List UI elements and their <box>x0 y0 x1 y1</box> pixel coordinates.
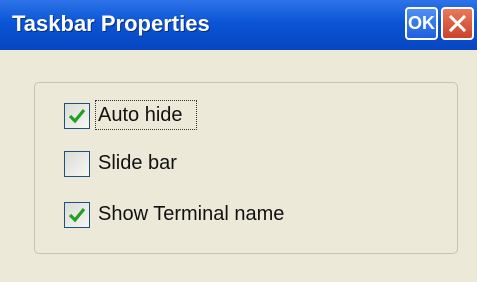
close-icon <box>448 14 467 33</box>
auto-hide-label[interactable]: Auto hide <box>98 104 183 127</box>
ok-button[interactable]: OK <box>405 7 438 40</box>
auto-hide-checkbox[interactable] <box>64 103 90 129</box>
show-terminal-name-label[interactable]: Show Terminal name <box>98 203 284 226</box>
checkmark-icon <box>68 207 86 223</box>
title-bar: Taskbar Properties OK <box>0 0 477 50</box>
slide-bar-checkbox[interactable] <box>64 151 90 177</box>
window-title: Taskbar Properties <box>12 11 210 36</box>
show-terminal-name-checkbox[interactable] <box>64 202 90 228</box>
slide-bar-label[interactable]: Slide bar <box>98 152 177 175</box>
close-button[interactable] <box>441 7 474 40</box>
checkmark-icon <box>68 108 86 124</box>
taskbar-properties-dialog: Taskbar Properties OK Auto hide Slide ba… <box>0 0 477 282</box>
